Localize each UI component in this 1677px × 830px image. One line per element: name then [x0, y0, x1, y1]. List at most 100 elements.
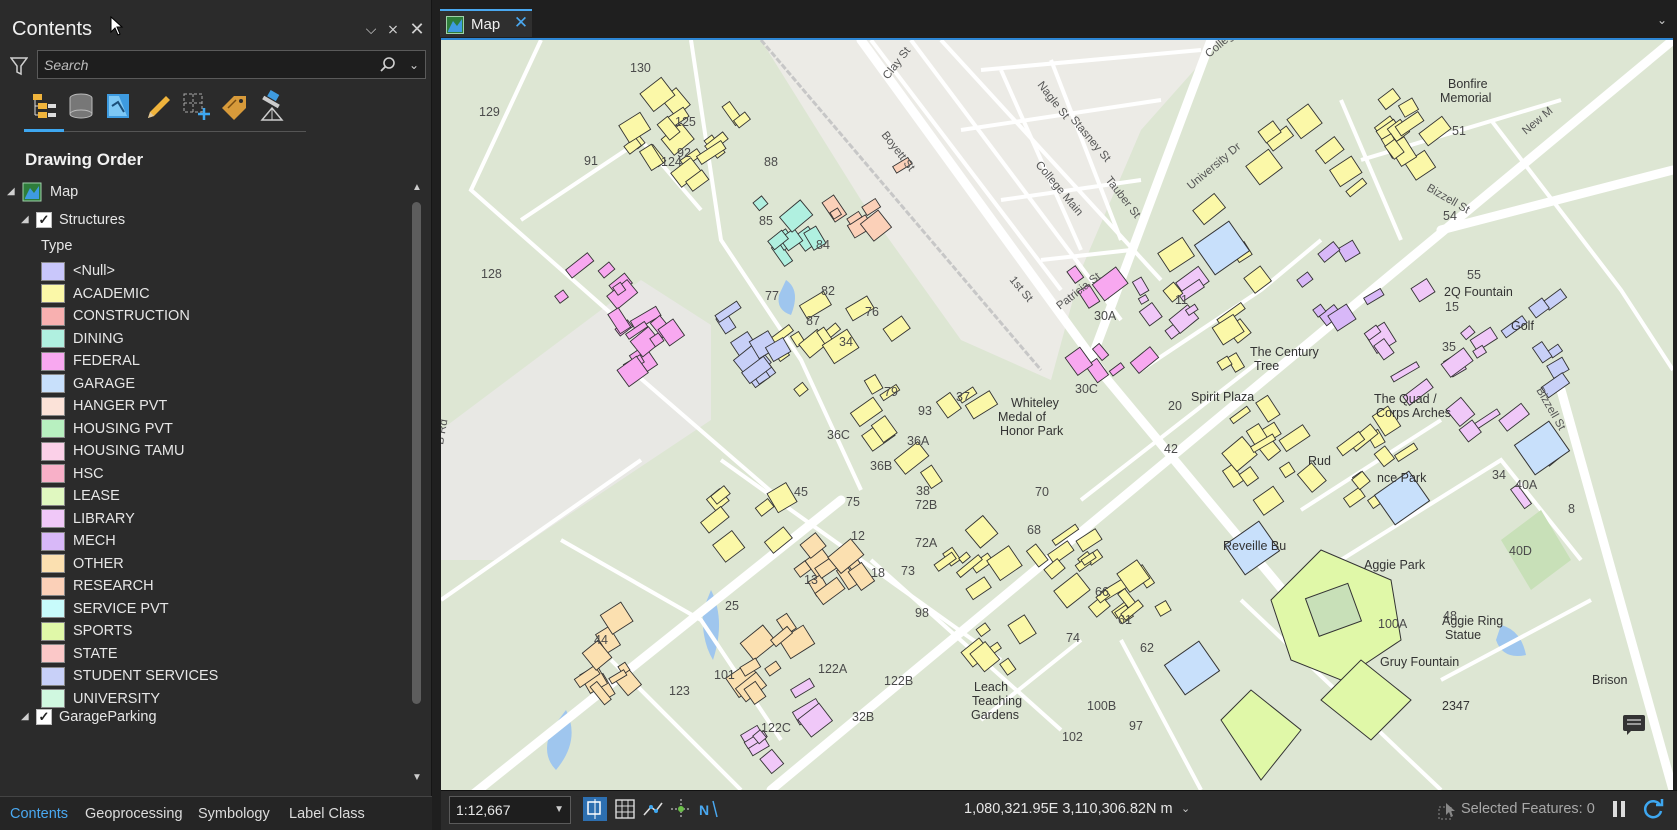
legend-swatch[interactable] — [41, 374, 65, 393]
legend-item[interactable]: <Null> — [41, 259, 115, 283]
map-label: 125 — [675, 115, 696, 129]
legend-swatch[interactable] — [41, 621, 65, 641]
legend-swatch[interactable] — [41, 554, 65, 573]
tab-geoprocessing[interactable]: Geoprocessing — [85, 806, 183, 822]
legend-item[interactable]: HANGER PVT — [41, 394, 167, 418]
map-label: 73 — [901, 564, 915, 578]
map-view[interactable]: 130 129 125 124 91 92 88 85 84 77 82 87 76 128 34 79 93 3… — [441, 38, 1673, 790]
close-map-tab-icon[interactable]: ✕ — [513, 14, 529, 32]
list-by-data-source-icon[interactable] — [66, 90, 98, 124]
tree-row-structures[interactable]: ◢ ✓ Structures — [21, 208, 125, 232]
legend-swatch[interactable] — [41, 576, 65, 596]
map-label: Statue — [1445, 628, 1481, 642]
legend-item[interactable]: STUDENT SERVICES — [41, 664, 218, 688]
legend-swatch[interactable] — [41, 306, 65, 326]
refresh-icon[interactable] — [1641, 797, 1665, 821]
list-by-selection-icon[interactable] — [104, 90, 136, 124]
search-icon[interactable] — [378, 55, 398, 75]
legend-swatch[interactable] — [41, 464, 65, 483]
scale-selector[interactable]: 1:12,667 ▼ — [449, 796, 571, 824]
search-field[interactable]: ⌄ — [37, 50, 426, 79]
legend-label: HOUSING PVT — [73, 420, 173, 437]
legend-item[interactable]: ACADEMIC — [41, 282, 150, 306]
contents-tree: ◢ Map ◢ ✓ Structures Type <Null> ACADEMIC… — [0, 178, 410, 788]
legend-item[interactable]: RESEARCH — [41, 574, 154, 598]
tab-label-class[interactable]: Label Class — [289, 806, 365, 822]
search-options-chevron-icon[interactable]: ⌄ — [406, 55, 422, 75]
contents-scrollbar[interactable]: ▲ ▼ — [408, 178, 426, 788]
collapse-triangle-icon[interactable]: ◢ — [21, 711, 33, 723]
scrollbar-thumb[interactable] — [412, 202, 421, 704]
legend-item[interactable]: HOUSING PVT — [41, 417, 173, 441]
collapse-triangle-icon[interactable]: ◢ — [7, 186, 19, 198]
garageparking-visibility-checkbox[interactable]: ✓ — [36, 709, 52, 725]
legend-swatch[interactable] — [41, 509, 65, 528]
constraints-icon[interactable] — [669, 797, 693, 821]
list-by-snapping-icon[interactable] — [180, 90, 212, 124]
legend-swatch[interactable] — [41, 419, 65, 438]
legend-item[interactable]: OTHER — [41, 552, 124, 576]
map-label: Golf — [1511, 319, 1534, 333]
pause-drawing-icon[interactable] — [1611, 799, 1627, 819]
legend-swatch[interactable] — [41, 284, 65, 303]
legend-swatch[interactable] — [41, 531, 65, 551]
legend-item[interactable]: MECH — [41, 529, 116, 553]
legend-item[interactable]: GARAGE — [41, 372, 135, 396]
map-tab-bar: Map ✕ ⌄ — [432, 0, 1677, 40]
legend-item[interactable]: CONSTRUCTION — [41, 304, 190, 328]
legend-item[interactable]: FEDERAL — [41, 349, 140, 373]
search-input[interactable] — [44, 54, 364, 76]
collapse-triangle-icon[interactable]: ◢ — [21, 214, 33, 226]
legend-item[interactable]: DINING — [41, 327, 124, 351]
list-by-perspective-imagery-icon[interactable] — [256, 90, 288, 124]
map-label: Aggie Park — [1364, 558, 1426, 572]
map-label: 74 — [1066, 631, 1080, 645]
legend-item[interactable]: LEASE — [41, 484, 120, 508]
legend-swatch[interactable] — [41, 396, 65, 416]
map-label: Leach — [974, 680, 1008, 694]
legend-swatch[interactable] — [41, 261, 65, 281]
legend-item[interactable]: HOUSING TAMU — [41, 439, 184, 463]
scroll-down-arrow-icon[interactable]: ▼ — [410, 772, 424, 784]
legend-swatch[interactable] — [41, 666, 65, 686]
scale-value: 1:12,667 — [456, 802, 511, 818]
map-canvas[interactable]: 130129125124919288858477 8287761283479933… — [441, 40, 1673, 790]
north-arrow-icon[interactable]: N — [697, 797, 721, 821]
tab-list-chevron-icon[interactable]: ⌄ — [1657, 13, 1667, 27]
legend-swatch[interactable] — [41, 351, 65, 371]
legend-item[interactable]: SPORTS — [41, 619, 132, 643]
legend-swatch[interactable] — [41, 599, 65, 618]
coordinate-format-dropdown-icon[interactable]: ⌄ — [1181, 802, 1190, 815]
legend-item[interactable]: SERVICE PVT — [41, 597, 169, 621]
map-label: Teaching — [972, 694, 1022, 708]
fixed-zoom-icon[interactable] — [583, 797, 607, 821]
scale-dropdown-icon[interactable]: ▼ — [554, 804, 564, 815]
scroll-up-arrow-icon[interactable]: ▲ — [410, 182, 424, 194]
list-by-editing-icon[interactable] — [142, 90, 174, 124]
tree-row-garageparking[interactable]: ◢ ✓ GarageParking — [21, 705, 157, 729]
legend-swatch[interactable] — [41, 486, 65, 506]
toolbar-active-indicator — [24, 129, 64, 132]
tab-map[interactable]: Map ✕ — [440, 9, 532, 37]
legend-item[interactable]: HSC — [41, 462, 104, 486]
close-pane-icon[interactable]: ✕ — [406, 18, 428, 40]
legend-swatch[interactable] — [41, 329, 65, 348]
list-by-drawing-order-icon[interactable] — [28, 90, 60, 124]
grid-icon[interactable] — [613, 797, 637, 821]
pane-options-chevron-icon[interactable]: ⌵ — [360, 18, 382, 40]
legend-item[interactable]: LIBRARY — [41, 507, 135, 531]
tab-symbology[interactable]: Symbology — [198, 806, 270, 822]
filter-icon[interactable] — [10, 56, 28, 76]
legend-swatch[interactable] — [41, 644, 65, 663]
legend-swatch[interactable] — [41, 441, 65, 461]
tab-contents[interactable]: Contents — [10, 806, 68, 822]
map-label: 12 — [851, 529, 865, 543]
snapping-icon[interactable] — [641, 797, 665, 821]
list-by-labeling-icon[interactable] — [218, 90, 250, 124]
structures-visibility-checkbox[interactable]: ✓ — [36, 212, 52, 228]
legend-item[interactable]: STATE — [41, 642, 118, 666]
map-tips-icon[interactable] — [1621, 713, 1647, 735]
tree-row-map[interactable]: ◢ Map — [7, 180, 78, 204]
pin-icon[interactable]: ⨯ — [382, 18, 404, 40]
selection-icon[interactable] — [1437, 801, 1457, 821]
